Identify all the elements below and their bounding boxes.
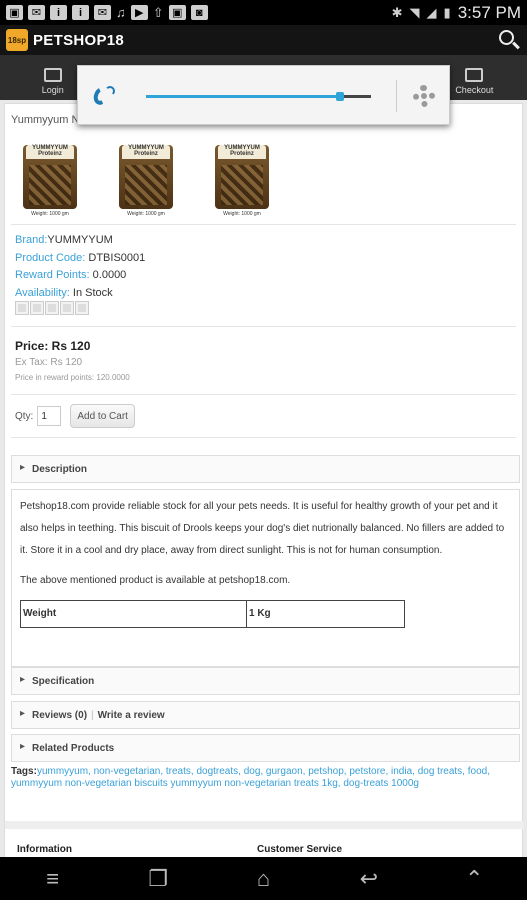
reward-label: Reward Points: [15, 269, 90, 281]
tags: Tags:yummyyum, non-vegetarian, treats, d… [11, 766, 520, 790]
menu-icon[interactable]: ≡ [33, 866, 73, 892]
quantity-input[interactable] [37, 406, 62, 426]
recent-apps-icon[interactable]: ❐ [138, 866, 178, 892]
separator: | [91, 709, 94, 721]
pack-weight: Weight: 1000 gm [31, 211, 69, 217]
bluetooth-icon: ✱ [391, 4, 403, 20]
code-label: Product Code: [15, 251, 86, 264]
footer-customer-service: Customer Service [257, 844, 343, 855]
spec-key: Weight [20, 600, 247, 628]
info-icon: i [50, 5, 67, 20]
music-icon: ♫ [116, 5, 126, 20]
footer-divider [5, 821, 524, 829]
signal-icon: ◢ [426, 4, 437, 20]
add-to-cart-button[interactable]: Add to Cart [70, 404, 135, 428]
write-review-link[interactable]: Write a review [98, 710, 165, 721]
availability-label: Availability: [15, 286, 70, 299]
pack-weight: Weight: 1000 gm [127, 211, 165, 217]
reward-value: 0.0000 [92, 269, 127, 281]
spec-table: Weight 1 Kg [20, 600, 405, 628]
availability-value: In Stock [72, 286, 113, 299]
play-icon: ▶ [130, 5, 148, 20]
upload-icon: ⇧ [152, 4, 164, 20]
settings-gear-icon[interactable] [413, 85, 435, 107]
footer-information: Information [17, 844, 72, 855]
system-nav-bar: ≡ ❐ ⌂ ↩ ⌃ [0, 857, 527, 900]
page-content[interactable]: Yummyyum N YUMMYYUM Proteinz Weight: 100… [0, 100, 527, 857]
product-thumbnail[interactable]: YUMMYYUM Proteinz Weight: 1000 gm [119, 139, 173, 219]
qty-label: Qty: [15, 410, 34, 422]
description-text: Petshop18.com provide reliable stock for… [20, 501, 505, 556]
brand-link[interactable]: YUMMYYUM [47, 234, 112, 246]
reviews-label: Reviews (0) [32, 709, 88, 721]
back-icon[interactable]: ↩ [349, 866, 389, 892]
spec-value: 1 Kg [246, 600, 405, 628]
pack-label: YUMMYYUM Proteinz [32, 145, 68, 157]
status-bar: ▣ ✉ i i ✉ ♫ ▶ ⇧ ▣ ◙ ✱ ◥ ◢ ▮ 3:57 PM [0, 0, 527, 25]
app-title[interactable]: PETSHOP18 [33, 32, 124, 49]
pack-label: YUMMYYUM Proteinz [128, 145, 164, 157]
key-icon [43, 68, 62, 82]
price: Price: Rs 120 [15, 339, 91, 353]
tags-label: Tags: [11, 766, 37, 777]
camera-icon: ◙ [190, 5, 208, 20]
mail-icon: ✉ [28, 5, 45, 20]
star-icon [75, 301, 89, 315]
volume-fill [146, 95, 340, 98]
app-bar: 18sp PETSHOP18 [0, 25, 527, 55]
star-icon [15, 301, 29, 315]
app-logo[interactable]: 18sp [6, 29, 28, 51]
divider [11, 326, 516, 327]
image-icon: ▣ [6, 5, 23, 20]
description-note: The above mentioned product is available… [20, 575, 291, 586]
tab-reviews[interactable]: Reviews (0) | Write a review [11, 701, 520, 729]
volume-thumb[interactable] [335, 92, 344, 101]
table-row: Weight 1 Kg [20, 600, 405, 628]
divider [11, 224, 516, 225]
product-thumbnail[interactable]: YUMMYYUM Proteinz Weight: 1000 gm [23, 139, 77, 219]
notification-icons: ▣ ✉ i i ✉ ♫ ▶ ⇧ ▣ ◙ [6, 5, 208, 21]
product-card: Yummyyum N YUMMYYUM Proteinz Weight: 100… [4, 103, 524, 857]
search-icon[interactable] [497, 28, 521, 52]
clock: 3:57 PM [457, 2, 521, 22]
divider [11, 394, 516, 395]
product-thumbnails: YUMMYYUM Proteinz Weight: 1000 gm YUMMYY… [23, 139, 269, 219]
tags-list[interactable]: yummyyum, non-vegetarian, treats, dogtre… [11, 766, 490, 789]
info-icon: i [72, 5, 89, 20]
star-icon [60, 301, 74, 315]
tab-related-products[interactable]: Related Products [11, 734, 520, 762]
ex-tax: Ex Tax: Rs 120 [15, 357, 83, 368]
nav-login-label: Login [41, 85, 64, 95]
battery-icon: ▮ [443, 4, 451, 20]
divider [11, 437, 516, 438]
quantity-row: Qty: Add to Cart [15, 404, 135, 428]
home-icon[interactable]: ⌂ [243, 866, 283, 892]
rating-stars [15, 301, 89, 315]
nav-checkout-label: Checkout [455, 85, 494, 95]
code-value: DTBIS0001 [88, 251, 146, 264]
star-icon [45, 301, 59, 315]
product-thumbnail[interactable]: YUMMYYUM Proteinz Weight: 1000 gm [215, 139, 269, 219]
call-volume-icon [91, 83, 118, 109]
collapse-icon[interactable]: ⌃ [454, 866, 494, 892]
description-panel: Petshop18.com provide reliable stock for… [11, 489, 520, 667]
mail-icon: ✉ [94, 5, 111, 20]
pack-weight: Weight: 1000 gm [223, 211, 261, 217]
tab-specification[interactable]: Specification [11, 667, 520, 695]
brand-label: Brand: [15, 234, 48, 246]
reward-price: Price in reward points: 120.0000 [15, 373, 130, 382]
tab-description[interactable]: Description [11, 455, 520, 483]
pack-label: YUMMYYUM Proteinz [224, 145, 260, 157]
divider [396, 80, 397, 112]
volume-popup[interactable] [77, 65, 450, 125]
breadcrumb: Yummyyum N [11, 114, 80, 126]
star-icon [30, 301, 44, 315]
wifi-icon: ◥ [409, 4, 420, 20]
checkout-icon [465, 68, 484, 82]
image-icon: ▣ [168, 5, 186, 20]
volume-slider[interactable] [146, 92, 371, 101]
product-meta: Brand:YUMMYYUM Product Code: DTBIS0001 R… [15, 232, 145, 302]
